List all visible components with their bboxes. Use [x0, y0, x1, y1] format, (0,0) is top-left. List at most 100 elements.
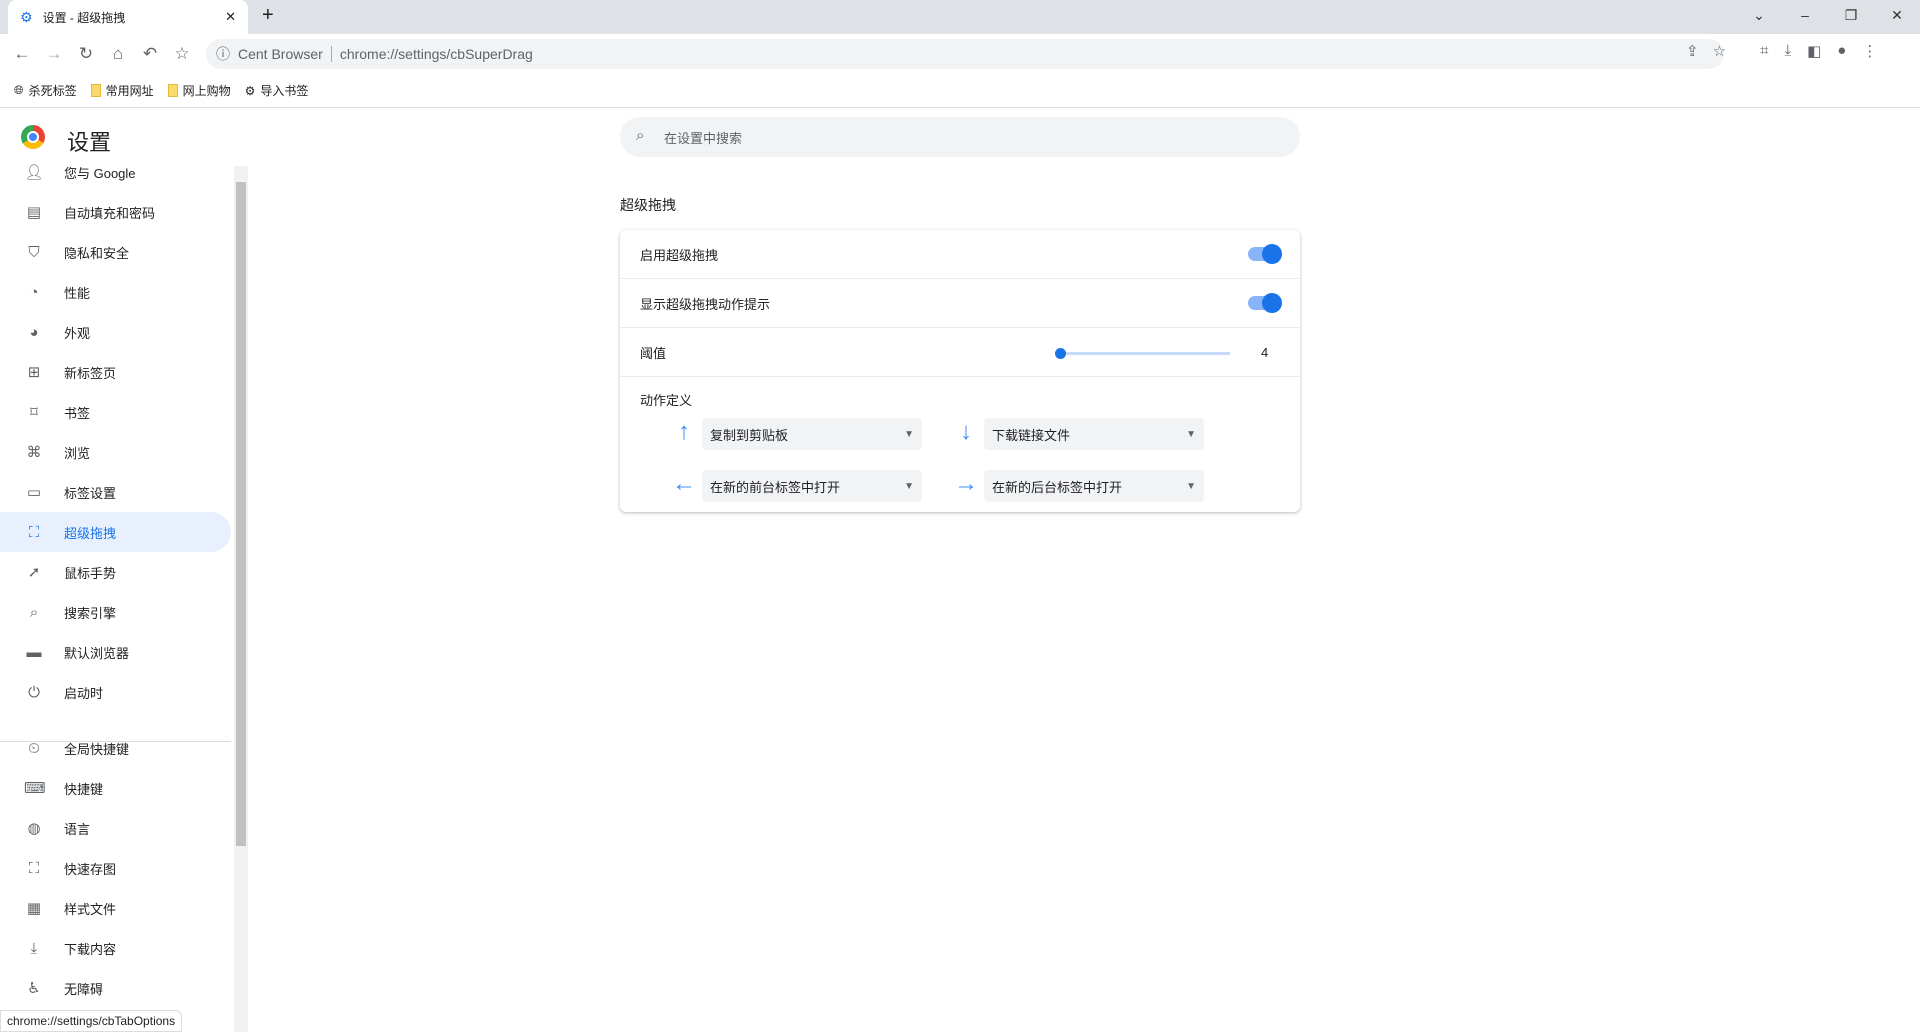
sidebar-item[interactable]: ⌕ 搜索引擎: [0, 592, 231, 632]
settings-logo: [21, 125, 45, 149]
sidebar-item-label: 样式文件: [64, 901, 117, 917]
share-icon[interactable]: ⇪: [1686, 42, 1699, 60]
sidebar-item[interactable]: ▭ 标签设置: [0, 472, 231, 512]
minimize-button[interactable]: –: [1782, 0, 1828, 30]
close-window-button[interactable]: ✕: [1874, 0, 1920, 30]
threshold-slider[interactable]: [1055, 348, 1230, 359]
sidebar-item-label: 下载内容: [64, 941, 117, 957]
dropdown-caret-icon: ▼: [1186, 428, 1196, 440]
sidebar-item[interactable]: ➚ 鼠标手势: [0, 552, 231, 592]
bookmark-item[interactable]: ⚙ 导入书签: [245, 82, 309, 99]
section-title: 超级拖拽: [620, 197, 676, 213]
menu-icon[interactable]: ⋮: [1862, 42, 1877, 60]
close-tab-icon[interactable]: ✕: [225, 9, 236, 25]
bookmark-folder[interactable]: 网上购物: [167, 82, 231, 99]
accessibility-icon: ♿: [27, 980, 41, 997]
search-icon: ⌕: [636, 127, 645, 144]
style-file-icon: ▦: [26, 900, 42, 917]
crop-icon[interactable]: ⌗: [1760, 42, 1768, 60]
sidebar-item[interactable]: ◕ 外观: [0, 312, 231, 352]
scrollbar-thumb[interactable]: [236, 182, 246, 846]
sidebar-item-label: 您与 Google: [64, 165, 136, 181]
sidebar-item[interactable]: ⏲ 全局快捷键: [0, 728, 231, 768]
sidebar-item-label: 自动填充和密码: [64, 205, 156, 221]
info-icon: ⓘ: [216, 46, 230, 62]
bookmark-star-icon[interactable]: ☆: [166, 44, 198, 64]
sidebar-item[interactable]: ◍ 语言: [0, 808, 231, 848]
keyboard-icon: ⌨: [24, 780, 46, 797]
sidebar-item[interactable]: ♿ 无障碍: [0, 968, 231, 1008]
arrow-down-icon: ↓: [960, 418, 972, 445]
action-down-select[interactable]: 下载链接文件 ▼: [984, 418, 1204, 450]
palette-icon: ◕: [29, 323, 39, 341]
action-up-select[interactable]: 复制到剪贴板 ▼: [702, 418, 922, 450]
sidebar-item-label: 浏览: [64, 445, 91, 461]
forward-icon[interactable]: →: [38, 44, 70, 64]
status-bubble: chrome://settings/cbTabOptions: [0, 1010, 183, 1032]
arrow-up-icon: ↑: [678, 418, 690, 445]
action-left-select[interactable]: 在新的前台标签中打开 ▼: [702, 470, 922, 502]
settings-search-input[interactable]: ⌕ 在设置中搜索: [620, 117, 1300, 157]
sidebar-item[interactable]: ⊞ 新标签页: [0, 352, 231, 392]
tab-search-button[interactable]: ⌄: [1736, 0, 1782, 30]
sidebar-item-label: 性能: [64, 285, 91, 301]
sidebar-item-label: 书签: [64, 405, 91, 421]
sidebar-item-label: 搜索引擎: [64, 605, 117, 621]
dropdown-caret-icon: ▼: [904, 428, 914, 440]
sidebar-item-label: 语言: [64, 821, 91, 837]
bookmark-folder[interactable]: 常用网址: [90, 82, 154, 99]
side-panel-icon[interactable]: ◧: [1807, 42, 1821, 60]
slider-knob[interactable]: [1055, 348, 1066, 359]
new-tab-button[interactable]: +: [262, 4, 274, 27]
reload-icon[interactable]: ↻: [70, 44, 102, 64]
download-icon: ⤓: [30, 939, 38, 957]
sidebar-item-label: 新标签页: [64, 365, 117, 381]
sidebar-item[interactable]: ⛶ 超级拖拽: [0, 512, 231, 552]
undo-close-icon[interactable]: ↶: [134, 44, 166, 64]
power-icon: ⏻: [28, 683, 40, 701]
sidebar-item[interactable]: ▬ 默认浏览器: [0, 632, 231, 672]
bookmark-item[interactable]: 🌐︎ 杀死标签: [14, 82, 77, 99]
new-tab-icon: ⊞: [27, 364, 41, 381]
search-icon: ⌕: [29, 603, 39, 621]
sidebar-item-label: 无障碍: [64, 981, 104, 997]
url-text[interactable]: chrome://settings/cbSuperDrag: [340, 46, 533, 62]
restore-button[interactable]: ❐: [1828, 0, 1874, 30]
star-icon[interactable]: ☆: [1713, 42, 1726, 60]
enable-super-drag-toggle[interactable]: [1248, 244, 1282, 264]
omnibox[interactable]: ⓘ Cent Browser chrome://settings/cbSuper…: [206, 39, 1724, 69]
show-hint-row[interactable]: 显示超级拖拽动作提示: [620, 279, 1300, 328]
download-icon[interactable]: ⤓: [1784, 42, 1791, 60]
arrow-left-icon: ←: [672, 470, 696, 497]
sidebar-item[interactable]: ◔ 性能: [0, 272, 231, 312]
sidebar-item[interactable]: ⛉ 隐私和安全: [0, 232, 231, 272]
home-icon[interactable]: ⌂: [102, 44, 134, 64]
sidebar-item[interactable]: ▦ 样式文件: [0, 888, 231, 928]
sidebar-item[interactable]: ⌘ 浏览: [0, 432, 231, 472]
super-drag-icon: ⛶: [28, 523, 40, 541]
sidebar-item[interactable]: ⌨ 快捷键: [0, 768, 231, 808]
folder-icon: [167, 84, 178, 97]
sidebar-item[interactable]: ⤓ 下载内容: [0, 928, 231, 968]
sidebar-item-label: 启动时: [64, 685, 104, 701]
sidebar-item-label: 快捷键: [64, 781, 104, 797]
tab-settings[interactable]: ⚙ 设置 - 超级拖拽 ✕: [8, 0, 248, 34]
sidebar-item[interactable]: ⛶ 快速存图: [0, 848, 231, 888]
action-right-select[interactable]: 在新的后台标签中打开 ▼: [984, 470, 1204, 502]
enable-super-drag-row[interactable]: 启用超级拖拽: [620, 230, 1300, 279]
screenshot-icon: ⛶: [28, 859, 40, 877]
profile-avatar[interactable]: ●: [1837, 42, 1846, 60]
back-icon[interactable]: ←: [6, 44, 38, 64]
sidebar-item-label: 快速存图: [64, 861, 117, 877]
gear-icon: ⚙: [244, 83, 256, 98]
bookmark-icon: ⌑: [30, 404, 38, 421]
globe-icon: ◍: [27, 820, 41, 837]
site-label: Cent Browser: [238, 46, 323, 62]
sidebar-item[interactable]: ⌑ 书签: [0, 392, 231, 432]
folder-icon: [90, 84, 101, 97]
sidebar-item[interactable]: 👤︎ 您与 Google: [0, 152, 231, 192]
sidebar-item[interactable]: ▤ 自动填充和密码: [0, 192, 231, 232]
dropdown-caret-icon: ▼: [1186, 480, 1196, 492]
show-hint-toggle[interactable]: [1248, 293, 1282, 313]
sidebar-item[interactable]: ⏻ 启动时: [0, 672, 231, 712]
